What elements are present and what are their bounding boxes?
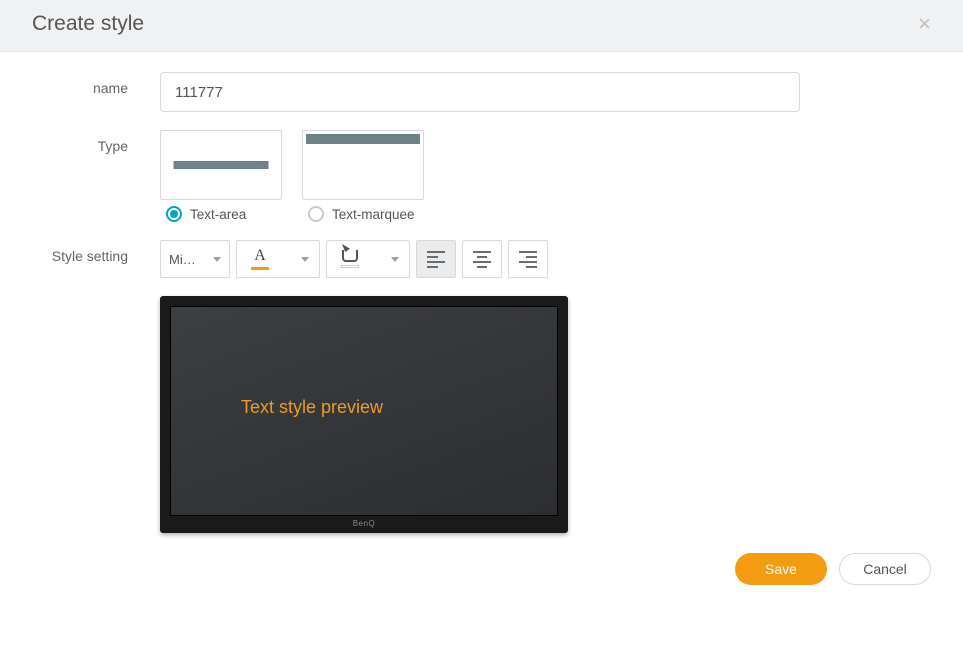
type-options: Text-area Text-marquee (160, 130, 424, 222)
fill-color-icon (341, 250, 359, 268)
chevron-down-icon (213, 257, 221, 262)
radio-row-text-area[interactable]: Text-area (166, 206, 282, 222)
radio-selected-icon[interactable] (166, 206, 182, 222)
row-style-setting: Style setting Mi… A (32, 240, 931, 533)
close-icon[interactable]: × (918, 13, 931, 35)
font-family-select[interactable]: Mi… (160, 240, 230, 278)
modal-header: Create style × (0, 0, 963, 52)
text-marquee-thumb-icon (302, 130, 424, 200)
align-left-button[interactable] (416, 240, 456, 278)
type-label: Type (32, 130, 160, 154)
align-right-icon (519, 251, 537, 268)
save-button[interactable]: Save (735, 553, 827, 585)
name-input[interactable] (160, 72, 800, 112)
row-type: Type Text-area (32, 130, 931, 222)
create-style-modal: Create style × name Type T (0, 0, 963, 605)
fill-color-picker[interactable] (326, 240, 410, 278)
align-right-button[interactable] (508, 240, 548, 278)
text-color-picker[interactable]: A (236, 240, 320, 278)
style-toolbar: Mi… A (160, 240, 568, 278)
type-option-text-area[interactable]: Text-area (160, 130, 282, 222)
style-setting-label: Style setting (32, 240, 160, 264)
type-option-text-marquee[interactable]: Text-marquee (302, 130, 424, 222)
chevron-down-icon (301, 257, 309, 262)
text-area-thumb-icon (160, 130, 282, 200)
type-option-label: Text-marquee (332, 207, 415, 222)
align-center-icon (473, 251, 491, 268)
monitor-brand-label: BenQ (170, 516, 558, 529)
radio-icon[interactable] (308, 206, 324, 222)
font-family-value: Mi… (169, 252, 196, 267)
text-color-icon: A (251, 248, 269, 270)
preview-screen: Text style preview (170, 306, 558, 516)
chevron-down-icon (391, 257, 399, 262)
modal-footer: Save Cancel (0, 543, 963, 605)
align-center-button[interactable] (462, 240, 502, 278)
align-left-icon (427, 251, 445, 268)
preview-area: Text style preview BenQ (160, 296, 568, 533)
type-option-label: Text-area (190, 207, 246, 222)
modal-body: name Type Text-area (0, 52, 963, 543)
modal-title: Create style (32, 12, 144, 36)
row-name: name (32, 72, 931, 112)
name-label: name (32, 72, 160, 96)
radio-row-text-marquee[interactable]: Text-marquee (308, 206, 424, 222)
cancel-button[interactable]: Cancel (839, 553, 931, 585)
preview-text: Text style preview (241, 397, 383, 418)
monitor-frame: Text style preview BenQ (160, 296, 568, 533)
